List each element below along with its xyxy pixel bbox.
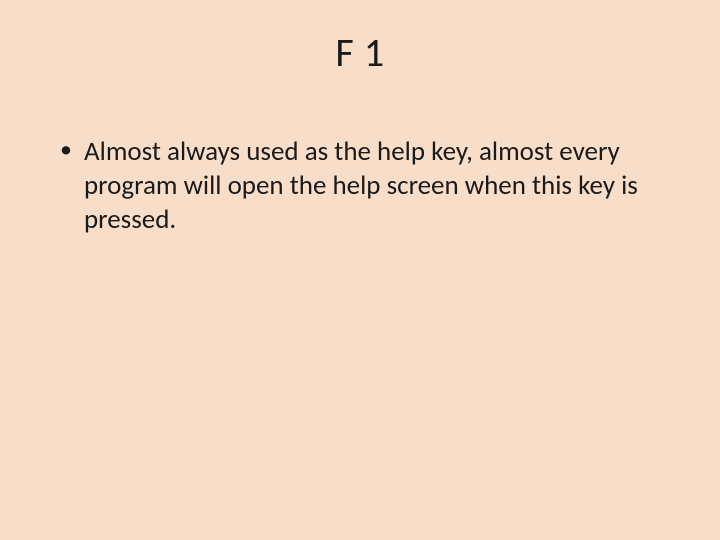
slide-title: F 1	[54, 28, 666, 77]
bullet-item: Almost always used as the help key, almo…	[54, 135, 666, 236]
bullet-list: Almost always used as the help key, almo…	[54, 135, 666, 236]
